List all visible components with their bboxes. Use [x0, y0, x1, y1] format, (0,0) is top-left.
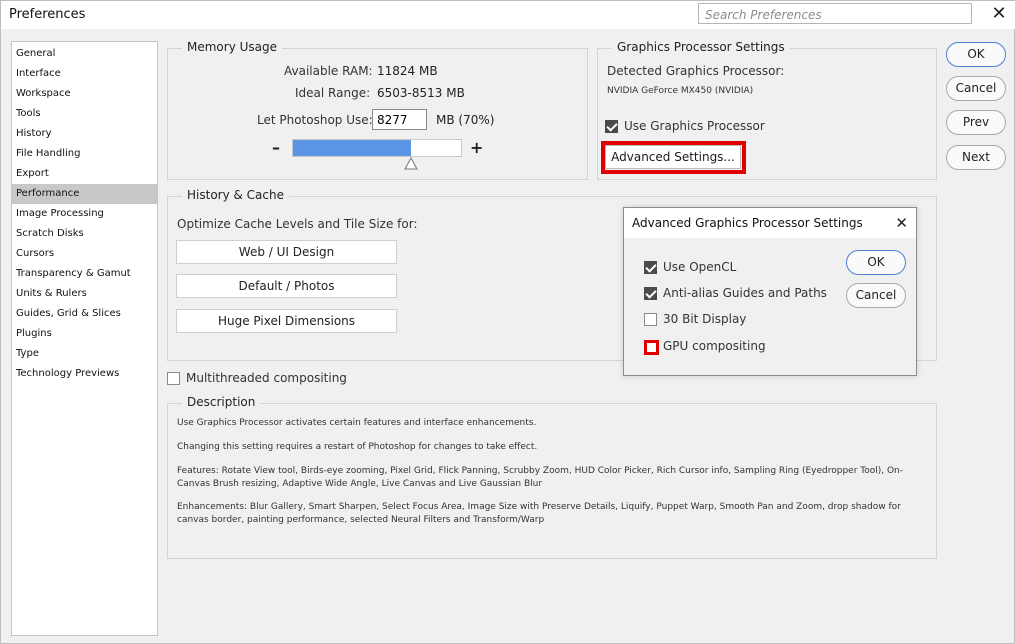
use-gpu-label: Use Graphics Processor — [624, 119, 765, 133]
sidebar-item-type[interactable]: Type — [12, 344, 157, 364]
sidebar-item-guides-grid-slices[interactable]: Guides, Grid & Slices — [12, 304, 157, 324]
optimize-label: Optimize Cache Levels and Tile Size for: — [177, 217, 418, 231]
ideal-range-label: Ideal Range: — [295, 86, 371, 100]
cancel-button[interactable]: Cancel — [946, 76, 1006, 101]
next-button[interactable]: Next — [946, 145, 1006, 170]
ideal-range-value: 6503-8513 MB — [377, 86, 465, 100]
memory-slider-fill — [293, 140, 411, 156]
gpu-settings-title: Graphics Processor Settings — [612, 40, 790, 54]
slider-thumb-icon[interactable] — [404, 157, 418, 170]
description-paragraph-4: Enhancements: Blur Gallery, Smart Sharpe… — [177, 502, 901, 525]
available-ram-value: 11824 MB — [377, 64, 438, 78]
description-paragraph-3: Features: Rotate View tool, Birds-eye zo… — [177, 466, 904, 489]
sidebar-item-scratch-disks[interactable]: Scratch Disks — [12, 224, 157, 244]
gpu-name: NVIDIA GeForce MX450 (NVIDIA) — [607, 86, 754, 96]
gpu-compositing-label: GPU compositing — [663, 339, 766, 353]
gpu-compositing-checkbox[interactable] — [644, 340, 659, 355]
sidebar-item-performance[interactable]: Performance — [12, 184, 157, 204]
multithreaded-label: Multithreaded compositing — [186, 371, 347, 385]
description-title: Description — [182, 395, 261, 409]
multithreaded-checkbox[interactable] — [167, 372, 180, 385]
use-gpu-checkbox[interactable] — [605, 120, 618, 133]
preferences-window: Preferences ✕ General Interface Workspac… — [0, 0, 1015, 644]
anti-alias-label: Anti-alias Guides and Paths — [663, 286, 827, 300]
prev-button[interactable]: Prev — [946, 110, 1006, 135]
sidebar-item-workspace[interactable]: Workspace — [12, 84, 157, 104]
anti-alias-checkbox[interactable] — [644, 287, 657, 300]
memory-slider[interactable] — [292, 139, 462, 157]
sidebar-item-file-handling[interactable]: File Handling — [12, 144, 157, 164]
dialog-close-icon[interactable]: ✕ — [895, 214, 908, 232]
description-paragraph-1: Use Graphics Processor activates certain… — [177, 418, 537, 428]
30-bit-display-checkbox[interactable] — [644, 313, 657, 326]
sidebar-item-transparency-gamut[interactable]: Transparency & Gamut — [12, 264, 157, 284]
default-photos-button[interactable]: Default / Photos — [176, 274, 397, 298]
sidebar-item-general[interactable]: General — [12, 44, 157, 64]
web-ui-design-button[interactable]: Web / UI Design — [176, 240, 397, 264]
search-box[interactable] — [698, 3, 972, 25]
available-ram-label: Available RAM: — [284, 64, 373, 78]
advanced-gpu-dialog: Advanced Graphics Processor Settings ✕ U… — [623, 207, 917, 376]
detected-gpu-label: Detected Graphics Processor: — [607, 64, 785, 78]
memory-amount-input[interactable] — [372, 109, 427, 130]
description-paragraph-2: Changing this setting requires a restart… — [177, 442, 538, 452]
sidebar-item-history[interactable]: History — [12, 124, 157, 144]
window-title: Preferences — [9, 7, 86, 22]
title-bar: Preferences ✕ — [1, 1, 1015, 29]
sidebar-item-tools[interactable]: Tools — [12, 104, 157, 124]
30-bit-display-label: 30 Bit Display — [663, 312, 747, 326]
sidebar-item-plugins[interactable]: Plugins — [12, 324, 157, 344]
sidebar-item-export[interactable]: Export — [12, 164, 157, 184]
minus-icon[interactable]: – — [272, 138, 280, 157]
let-photoshop-use-label: Let Photoshop Use: — [257, 113, 373, 127]
huge-pixel-dimensions-button[interactable]: Huge Pixel Dimensions — [176, 309, 397, 333]
use-opencl-checkbox[interactable] — [644, 261, 657, 274]
plus-icon[interactable]: + — [470, 138, 483, 157]
memory-unit-label: MB (70%) — [436, 113, 495, 127]
sidebar-item-units-rulers[interactable]: Units & Rulers — [12, 284, 157, 304]
sidebar: General Interface Workspace Tools Histor… — [11, 41, 158, 636]
history-cache-title: History & Cache — [182, 188, 289, 202]
sidebar-item-image-processing[interactable]: Image Processing — [12, 204, 157, 224]
dialog-ok-button[interactable]: OK — [846, 250, 906, 275]
close-icon[interactable]: ✕ — [989, 4, 1009, 24]
search-input[interactable] — [699, 5, 971, 25]
dialog-title-bar: Advanced Graphics Processor Settings ✕ — [624, 208, 916, 238]
memory-usage-title: Memory Usage — [182, 40, 283, 54]
advanced-settings-button[interactable]: Advanced Settings... — [605, 145, 741, 169]
dialog-cancel-button[interactable]: Cancel — [846, 283, 906, 308]
dialog-title: Advanced Graphics Processor Settings — [632, 216, 863, 230]
sidebar-item-interface[interactable]: Interface — [12, 64, 157, 84]
use-opencl-label: Use OpenCL — [663, 260, 737, 274]
sidebar-item-cursors[interactable]: Cursors — [12, 244, 157, 264]
sidebar-item-technology-previews[interactable]: Technology Previews — [12, 364, 157, 384]
ok-button[interactable]: OK — [946, 42, 1006, 67]
